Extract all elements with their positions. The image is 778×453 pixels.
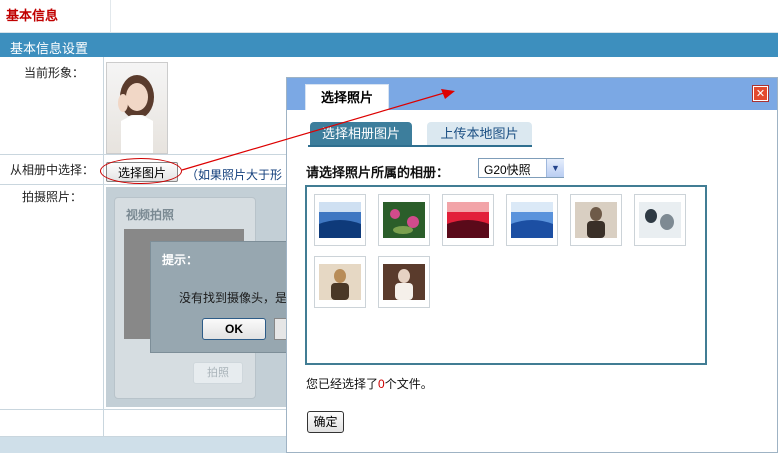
current-avatar-label: 当前形象： — [24, 66, 85, 80]
selection-status: 您已经选择了0个文件。 — [306, 375, 433, 392]
status-count: 0 — [378, 377, 385, 391]
alert-title: 提示： — [162, 253, 199, 267]
grid-hline — [0, 409, 286, 410]
photo-image — [575, 202, 617, 238]
photo-thumb[interactable] — [378, 256, 430, 308]
section-bar — [0, 33, 778, 57]
shoot-button[interactable]: 拍照 — [193, 362, 243, 384]
grid-vline — [103, 57, 104, 453]
top-bar — [0, 0, 778, 33]
alert-message: 没有找到摄像头，是 — [179, 291, 286, 305]
photo-thumb[interactable] — [442, 194, 494, 246]
video-title: 视频拍照 — [126, 208, 175, 222]
tab-upload-local-photo[interactable]: 上传本地图片 — [427, 122, 532, 145]
photo-thumb[interactable] — [314, 256, 366, 308]
alert-ok-button[interactable]: OK — [202, 318, 266, 340]
photo-thumb[interactable] — [570, 194, 622, 246]
photo-image — [511, 202, 553, 238]
album-select-label: 从相册中选择： — [10, 163, 95, 177]
dialog-tab-title[interactable]: 选择照片 — [305, 84, 389, 110]
photo-image — [319, 202, 361, 238]
confirm-button[interactable]: 确定 — [307, 411, 344, 433]
title-divider — [110, 0, 111, 32]
album-select-value: G20快照 — [484, 163, 531, 177]
page-title: 基本信息 — [6, 8, 59, 23]
status-suffix: 个文件。 — [384, 377, 433, 391]
avatar — [106, 62, 168, 154]
photo-image — [319, 264, 361, 300]
photo-size-note: （如果照片大于形 — [186, 168, 283, 182]
avatar-image — [118, 75, 154, 153]
chevron-down-icon[interactable]: ▼ — [546, 159, 564, 177]
grid-hline — [0, 154, 286, 155]
photo-image — [383, 264, 425, 300]
tab-select-album-photo[interactable]: 选择相册图片 — [310, 122, 412, 145]
photo-image — [639, 202, 681, 238]
bottom-strip — [0, 437, 286, 453]
take-photo-label: 拍摄照片： — [22, 190, 83, 204]
photo-thumb[interactable] — [378, 194, 430, 246]
photo-image — [383, 202, 425, 238]
select-highlight-circle — [100, 158, 182, 184]
status-prefix: 您已经选择了 — [306, 377, 379, 391]
subtab-underline — [308, 145, 532, 147]
photo-thumb[interactable] — [506, 194, 558, 246]
grid-hline — [0, 184, 286, 185]
album-label: 请选择照片所属的相册： — [306, 165, 450, 180]
close-icon[interactable]: ✕ — [752, 85, 769, 102]
section-title: 基本信息设置 — [10, 41, 89, 56]
photo-image — [447, 202, 489, 238]
photo-thumb[interactable] — [634, 194, 686, 246]
photo-thumb[interactable] — [314, 194, 366, 246]
